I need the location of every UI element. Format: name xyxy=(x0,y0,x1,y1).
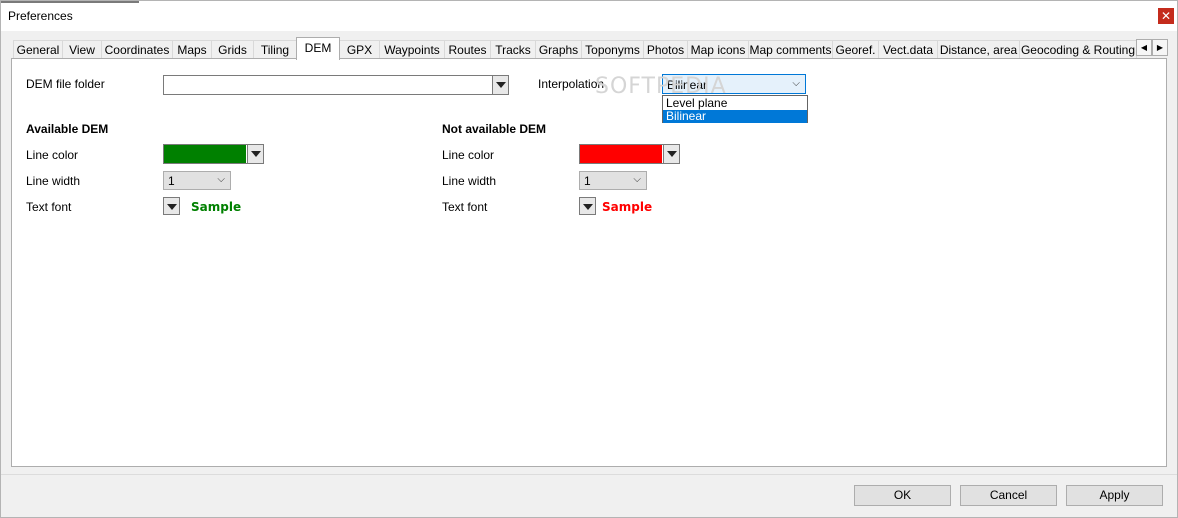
tab-graphs[interactable]: Graphs xyxy=(535,40,582,59)
available-line-width-label: Line width xyxy=(26,174,81,188)
tab-scroll-right-icon[interactable]: ▶ xyxy=(1152,39,1168,56)
available-dem-header: Available DEM xyxy=(26,122,109,136)
tab-gpx[interactable]: GPX xyxy=(339,40,380,59)
tab-map-comments[interactable]: Map comments xyxy=(748,40,833,59)
available-line-color-picker[interactable] xyxy=(163,144,264,164)
available-color-swatch xyxy=(164,145,246,163)
apply-button[interactable]: Apply xyxy=(1066,485,1163,506)
tab-distance-area[interactable]: Distance, area xyxy=(937,40,1020,59)
dem-folder-dropdown-button[interactable] xyxy=(492,76,508,94)
not-available-line-width-label: Line width xyxy=(442,174,497,188)
tab-geocoding-routing[interactable]: Geocoding & Routing xyxy=(1019,40,1137,59)
available-font-button[interactable] xyxy=(163,197,180,215)
tab-general[interactable]: General xyxy=(13,40,63,59)
tab-toponyms[interactable]: Toponyms xyxy=(581,40,644,59)
tab-scroll-left-icon[interactable]: ◀ xyxy=(1136,39,1152,56)
not-available-color-dropdown-button[interactable] xyxy=(663,145,679,163)
dropdown-arrow-icon xyxy=(496,82,506,88)
chevron-down-icon: ⌵ xyxy=(633,174,641,185)
tab-vect-data[interactable]: Vect.data xyxy=(878,40,938,59)
dem-tab-panel xyxy=(11,58,1167,467)
tab-routes[interactable]: Routes xyxy=(444,40,491,59)
not-available-text-font-label: Text font xyxy=(442,200,488,214)
dropdown-arrow-icon xyxy=(667,151,677,157)
available-text-font-label: Text font xyxy=(26,200,72,214)
ok-button[interactable]: OK xyxy=(854,485,951,506)
tab-tracks[interactable]: Tracks xyxy=(490,40,536,59)
tab-maps[interactable]: Maps xyxy=(172,40,212,59)
interpolation-dropdown-list[interactable]: Level plane Bilinear xyxy=(662,95,808,123)
available-line-width-value: 1 xyxy=(168,174,175,188)
tab-coordinates[interactable]: Coordinates xyxy=(101,40,173,59)
tab-georef[interactable]: Georef. xyxy=(832,40,879,59)
cancel-button[interactable]: Cancel xyxy=(960,485,1057,506)
tab-waypoints[interactable]: Waypoints xyxy=(379,40,445,59)
tab-tiling[interactable]: Tiling xyxy=(253,40,297,59)
dropdown-arrow-icon xyxy=(251,151,261,157)
dem-folder-combobox[interactable] xyxy=(163,75,509,95)
available-color-dropdown-button[interactable] xyxy=(247,145,263,163)
tab-view[interactable]: View xyxy=(62,40,102,59)
dropdown-arrow-icon xyxy=(167,204,177,210)
available-sample-text: Sample xyxy=(191,200,242,214)
not-available-line-color-picker[interactable] xyxy=(579,144,680,164)
window-title: Preferences xyxy=(8,9,73,23)
tab-dem[interactable]: DEM xyxy=(296,37,340,60)
not-available-line-width-select[interactable]: 1 ⌵ xyxy=(579,171,647,190)
tab-photos[interactable]: Photos xyxy=(643,40,688,59)
not-available-dem-header: Not available DEM xyxy=(442,122,547,136)
not-available-font-button[interactable] xyxy=(579,197,596,215)
not-available-color-swatch xyxy=(580,145,662,163)
tab-grids[interactable]: Grids xyxy=(211,40,254,59)
interpolation-option-bilinear[interactable]: Bilinear xyxy=(663,110,807,123)
chevron-down-icon: ⌵ xyxy=(792,78,800,89)
chevron-down-icon: ⌵ xyxy=(217,174,225,185)
available-line-width-select[interactable]: 1 ⌵ xyxy=(163,171,231,190)
close-icon[interactable]: ✕ xyxy=(1158,8,1174,24)
dem-folder-label: DEM file folder xyxy=(26,77,105,91)
not-available-line-color-label: Line color xyxy=(442,148,495,162)
not-available-sample-text: Sample xyxy=(602,200,653,214)
available-line-color-label: Line color xyxy=(26,148,79,162)
not-available-line-width-value: 1 xyxy=(584,174,591,188)
dropdown-arrow-icon xyxy=(583,204,593,210)
title-bar-strip xyxy=(1,1,139,3)
title-bar[interactable] xyxy=(1,1,1177,31)
tab-map-icons[interactable]: Map icons xyxy=(687,40,749,59)
bottom-separator xyxy=(1,474,1177,475)
